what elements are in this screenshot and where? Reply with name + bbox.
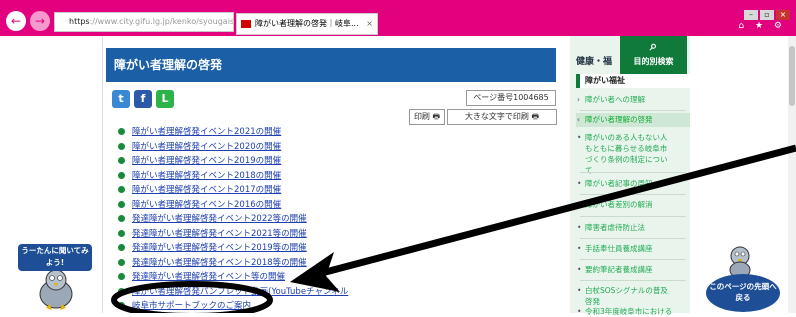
annotation-overlay <box>111 144 796 313</box>
annotation-arrow-line <box>317 144 796 278</box>
highlight-ellipse <box>111 281 273 313</box>
